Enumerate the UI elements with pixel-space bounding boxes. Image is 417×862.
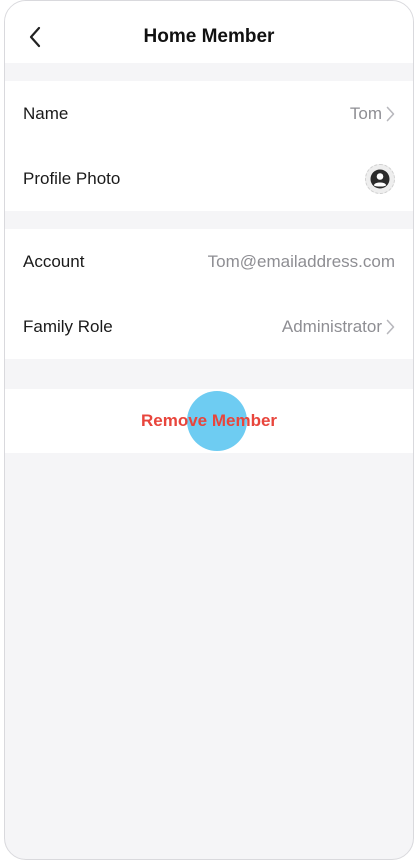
profile-section: Name Tom Profile Photo (5, 81, 413, 211)
family-role-value-group: Administrator (282, 317, 395, 337)
family-role-value: Administrator (281, 316, 382, 336)
account-value: Tom@emailaddress.com (207, 251, 395, 271)
avatar[interactable] (365, 163, 395, 194)
page-title: Home Member (143, 26, 275, 47)
name-row[interactable]: Name Tom (5, 81, 413, 146)
actions-section: Remove Member (5, 389, 413, 453)
app-screen: Home Member Name Tom Profile Photo Accou… (4, 0, 414, 860)
family-role-label: Family Role (23, 316, 113, 336)
name-label: Name (23, 103, 69, 123)
name-value-group: Tom (350, 104, 395, 124)
remove-member-label: Remove Member (140, 411, 278, 430)
profile-photo-row[interactable]: Profile Photo (5, 146, 413, 211)
family-role-row[interactable]: Family Role Administrator (5, 294, 413, 359)
person-icon (370, 169, 390, 188)
name-value: Tom (349, 103, 382, 123)
account-label: Account (23, 251, 85, 271)
top-bar: Home Member (5, 1, 413, 63)
account-section: Account Tom@emailaddress.com Family Role… (5, 229, 413, 359)
profile-photo-label: Profile Photo (23, 168, 121, 188)
account-row: Account Tom@emailaddress.com (5, 229, 413, 294)
chevron-right-icon (386, 106, 395, 122)
remove-member-button[interactable]: Remove Member (5, 389, 413, 453)
chevron-right-icon (386, 319, 395, 335)
